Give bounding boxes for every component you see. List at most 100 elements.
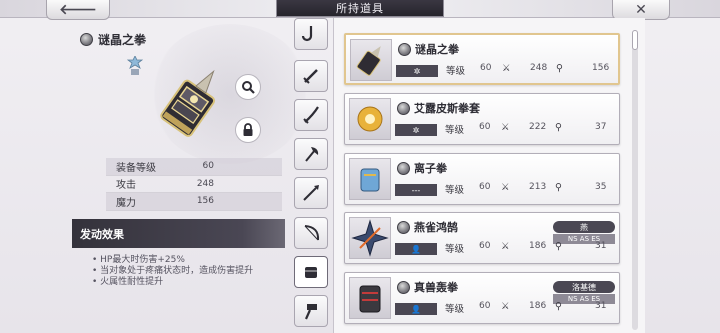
effect-line: • HP最大时伤害+25% <box>92 255 185 265</box>
tab-axe[interactable] <box>294 138 328 170</box>
item-card[interactable]: 离子拳 --- 等级 60 ⚔ 213 ⚲ 35 <box>344 153 620 205</box>
item-name-text: 谜晶之拳 <box>415 43 459 56</box>
magic-value: 37 <box>595 122 607 132</box>
scroll-thumb[interactable] <box>632 30 638 50</box>
character-tag: 燕 <box>553 221 615 233</box>
effect-line: • 火属性耐性提升 <box>92 277 164 287</box>
item-thumbnail <box>349 158 391 200</box>
gauntlet-icon <box>356 46 381 76</box>
wand-icon: ⚲ <box>556 63 563 74</box>
item-name: 燕雀鸿鹄 <box>397 219 458 235</box>
beast-fist-icon <box>359 285 381 313</box>
character-tag: 洛基德 <box>553 281 615 293</box>
stat-label: 装备等级 <box>116 162 156 174</box>
sword-icon: ⚔ <box>501 301 510 312</box>
coin-icon <box>397 220 410 234</box>
lock-button[interactable] <box>235 117 261 143</box>
stat-table: 装备等级 60 攻击 248 魔力 156 <box>106 158 282 211</box>
katana-icon <box>303 106 319 124</box>
attack-value: 222 <box>529 122 547 132</box>
item-name: 真兽轰拳 <box>397 279 458 295</box>
item-stats: 等级 60 ⚔ 222 ⚲ 37 <box>445 122 615 136</box>
tab-spear[interactable] <box>294 177 328 209</box>
tab-fist[interactable] <box>294 256 328 288</box>
ion-fist-icon <box>360 168 380 192</box>
back-arrow-icon: 🡐 <box>59 2 97 18</box>
stat-label: 魔力 <box>116 197 136 209</box>
stat-row: 攻击 248 <box>106 176 282 193</box>
coin-icon <box>398 42 411 56</box>
axe-icon <box>305 147 319 162</box>
item-name: 谜晶之拳 <box>398 41 459 57</box>
magic-value: 31 <box>595 301 607 311</box>
item-card[interactable]: 艾露皮斯拳套 ✲ 等级 60 ⚔ 222 ⚲ 37 <box>344 93 620 145</box>
stat-value: 156 <box>196 196 214 207</box>
wand-icon: ⚲ <box>555 122 562 133</box>
attack-value: 213 <box>529 182 547 192</box>
level-value: 60 <box>479 182 491 192</box>
stat-row: 魔力 156 <box>106 193 282 211</box>
item-name-text: 艾露皮斯拳套 <box>414 102 480 115</box>
lock-icon <box>243 123 253 136</box>
level-value: 60 <box>479 241 491 251</box>
item-name: 谜晶之拳 <box>98 33 147 47</box>
tab-hook[interactable] <box>294 18 328 50</box>
slot-indicator: ✲ <box>396 65 438 77</box>
magic-value: 156 <box>592 63 610 73</box>
effect-line: • 当对象处于疼痛状态时，造成伤害提升 <box>92 266 254 276</box>
stat-row: 装备等级 60 <box>106 158 282 176</box>
tab-sword[interactable] <box>294 60 328 92</box>
rank-badge-icon <box>127 56 143 75</box>
shuriken-icon <box>351 219 389 257</box>
gauntlet-icon <box>160 69 216 137</box>
slot-indicator: --- <box>395 184 437 196</box>
item-card[interactable]: 燕雀鸿鹄 燕 NS AS ES 👤 等级 60 ⚔ 186 ⚲ 31 <box>344 212 620 264</box>
close-button[interactable]: ✕ <box>612 0 670 20</box>
wand-icon: ⚲ <box>555 301 562 312</box>
slot-indicator: ✲ <box>395 124 437 136</box>
level-label: 等级 <box>445 125 465 136</box>
zoom-button[interactable] <box>235 74 261 100</box>
slot-indicator: 👤 <box>395 243 437 255</box>
wand-icon: ⚲ <box>555 241 562 252</box>
item-stats: 等级 60 ⚔ 248 ⚲ 156 <box>446 63 616 77</box>
tab-hammer[interactable] <box>294 295 328 327</box>
effect-list: • HP最大时伤害+25% • 当对象处于疼痛状态时，造成伤害提升 • 火属性耐… <box>92 255 253 288</box>
item-name: 艾露皮斯拳套 <box>397 100 480 116</box>
spear-icon <box>303 185 319 201</box>
stat-value: 248 <box>196 178 214 189</box>
item-stats: 等级 60 ⚔ 186 ⚲ 31 <box>445 241 615 255</box>
item-thumbnail <box>349 217 391 259</box>
search-icon <box>242 81 255 94</box>
item-name-text: 真兽轰拳 <box>414 281 458 294</box>
page-title: 所持道具 <box>276 0 444 17</box>
magic-value: 31 <box>595 241 607 251</box>
coin-icon <box>80 33 93 46</box>
close-icon: ✕ <box>635 1 647 18</box>
bow-icon <box>304 225 320 241</box>
level-value: 60 <box>479 301 491 311</box>
item-card[interactable]: 谜晶之拳 ✲ 等级 60 ⚔ 248 ⚲ 156 <box>344 33 620 85</box>
level-value: 60 <box>480 63 492 73</box>
tab-bow[interactable] <box>294 217 328 249</box>
attack-value: 186 <box>529 241 547 251</box>
item-stats: 等级 60 ⚔ 213 ⚲ 35 <box>445 182 615 196</box>
fist-icon <box>305 267 317 278</box>
item-thumbnail <box>349 98 391 140</box>
coin-icon <box>397 101 410 115</box>
tab-katana[interactable] <box>294 99 328 131</box>
attack-value: 248 <box>530 63 548 73</box>
item-stats: 等级 60 ⚔ 186 ⚲ 31 <box>445 301 615 315</box>
item-name: 离子拳 <box>397 160 447 176</box>
hook-icon <box>301 26 313 42</box>
item-card[interactable]: 真兽轰拳 洛基德 NS AS ES 👤 等级 60 ⚔ 186 ⚲ 31 <box>344 272 620 324</box>
list-scrollbar[interactable] <box>632 30 638 330</box>
item-thumbnail <box>349 277 391 319</box>
stat-value: 60 <box>202 161 214 172</box>
level-value: 60 <box>479 122 491 132</box>
back-button[interactable]: 🡐 <box>46 0 110 20</box>
sword-icon <box>303 69 318 84</box>
hammer-icon <box>304 304 317 320</box>
coin-icon <box>397 161 410 175</box>
level-label: 等级 <box>446 66 466 77</box>
